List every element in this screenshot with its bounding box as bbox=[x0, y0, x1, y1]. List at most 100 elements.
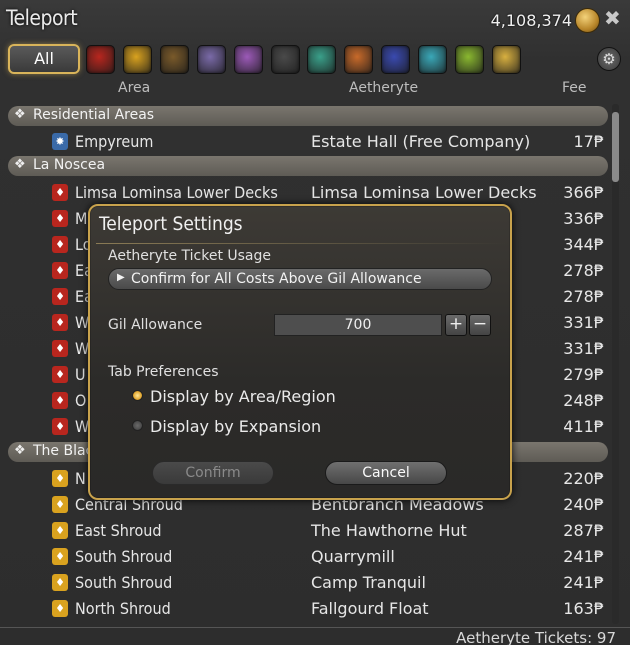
teleport-row[interactable]: ♦ South Shroud Camp Tranquil 241₱ bbox=[0, 570, 612, 596]
title-bar[interactable]: Teleport 4,108,374 ✖ bbox=[0, 0, 630, 42]
column-header-fee: Fee bbox=[562, 80, 587, 96]
area-name: Empyreum bbox=[75, 132, 154, 151]
tower-icon[interactable] bbox=[196, 45, 226, 74]
dragon-icon[interactable] bbox=[307, 45, 337, 74]
triangle-right-icon: ▶ bbox=[117, 272, 125, 283]
area-name: South Shroud bbox=[75, 547, 173, 566]
aetheryte-icon: ♦ bbox=[52, 262, 68, 279]
fee-value: 279₱ bbox=[563, 365, 604, 384]
teleport-row[interactable]: ✸ Empyreum Estate Hall (Free Company) 17₱ bbox=[0, 129, 612, 155]
cancel-button[interactable]: Cancel bbox=[325, 461, 447, 485]
close-icon[interactable]: ✖ bbox=[604, 6, 621, 30]
purple-wyrm-icon[interactable] bbox=[233, 45, 263, 74]
ticket-usage-label: Aetheryte Ticket Usage bbox=[108, 248, 272, 264]
radio-expansion-label: Display by Expansion bbox=[150, 417, 322, 436]
ticket-usage-value: Confirm for All Costs Above Gil Allowanc… bbox=[131, 271, 422, 287]
group-header[interactable]: ❖ Residential Areas bbox=[8, 106, 608, 126]
area-name: South Shroud bbox=[75, 573, 173, 592]
group-diamond-icon: ❖ bbox=[14, 157, 26, 172]
aetheryte-icon: ♦ bbox=[52, 184, 68, 201]
group-diamond-icon: ❖ bbox=[14, 107, 26, 122]
aetheryte-icon: ✸ bbox=[52, 133, 68, 150]
gear-icon[interactable]: ⚙ bbox=[597, 47, 621, 71]
green-leaf-icon[interactable] bbox=[455, 45, 484, 74]
aetheryte-icon: ♦ bbox=[52, 522, 68, 539]
aetheryte-name: Limsa Lominsa Lower Decks bbox=[311, 183, 537, 202]
group-name: The Blac bbox=[33, 443, 94, 459]
area-name: East Shroud bbox=[75, 521, 162, 540]
group-header[interactable]: ❖ La Noscea bbox=[8, 156, 608, 176]
teleport-row[interactable]: ♦ East Shroud The Hawthorne Hut 287₱ bbox=[0, 518, 612, 544]
gil-allowance-input[interactable] bbox=[274, 314, 442, 336]
list-scrollbar[interactable] bbox=[612, 104, 619, 624]
aetheryte-icon: ♦ bbox=[52, 548, 68, 565]
confirm-button[interactable]: Confirm bbox=[152, 461, 274, 485]
teleport-row[interactable]: ♦ Limsa Lominsa Lower Decks Limsa Lominsa … bbox=[0, 180, 612, 206]
blue-sigil-icon[interactable] bbox=[381, 45, 411, 74]
aetheryte-icon: ♦ bbox=[52, 574, 68, 591]
fee-value: 17₱ bbox=[573, 132, 604, 151]
scrollbar-thumb[interactable] bbox=[612, 112, 619, 182]
fee-value: 241₱ bbox=[563, 547, 604, 566]
aetheryte-name: Camp Tranquil bbox=[311, 573, 426, 592]
fee-value: 241₱ bbox=[563, 573, 604, 592]
group-diamond-icon: ❖ bbox=[14, 443, 26, 458]
fee-value: 240₱ bbox=[563, 495, 604, 514]
crystal-icon[interactable] bbox=[418, 45, 448, 74]
increment-button[interactable]: + bbox=[445, 314, 467, 336]
tab-all[interactable]: All bbox=[8, 44, 80, 74]
ticket-usage-dropdown[interactable]: ▶ Confirm for All Costs Above Gil Allowa… bbox=[108, 268, 492, 290]
aetheryte-icon: ♦ bbox=[52, 496, 68, 513]
orange-crest-icon[interactable] bbox=[344, 45, 374, 74]
teleport-settings-dialog: Teleport Settings Aetheryte Ticket Usage… bbox=[88, 204, 512, 500]
column-header-area: Area bbox=[118, 80, 151, 96]
fee-value: 411₱ bbox=[563, 417, 604, 436]
area-name: N bbox=[75, 469, 86, 488]
area-name: Limsa Lominsa Lower Decks bbox=[75, 183, 278, 202]
aetheryte-name: Quarrymill bbox=[311, 547, 395, 566]
radio-unselected-icon bbox=[132, 420, 143, 431]
aetheryte-icon: ♦ bbox=[52, 366, 68, 383]
fee-value: 163₱ bbox=[563, 599, 604, 618]
red-crest-icon[interactable] bbox=[86, 45, 115, 74]
aetheryte-icon: ♦ bbox=[52, 600, 68, 617]
aetheryte-icon: ♦ bbox=[52, 340, 68, 357]
title-divider bbox=[96, 243, 506, 244]
teleport-row[interactable]: ♦ South Shroud Quarrymill 241₱ bbox=[0, 544, 612, 570]
fee-value: 287₱ bbox=[563, 521, 604, 540]
area-name: U bbox=[75, 365, 86, 384]
aetheryte-icon: ♦ bbox=[52, 314, 68, 331]
area-name: M bbox=[75, 209, 88, 228]
group-name: La Noscea bbox=[33, 157, 106, 173]
fee-value: 220₱ bbox=[563, 469, 604, 488]
aetheryte-name: The Hawthorne Hut bbox=[311, 521, 467, 540]
fee-value: 331₱ bbox=[563, 313, 604, 332]
aetheryte-name: Fallgourd Float bbox=[311, 599, 429, 618]
fee-value: 248₱ bbox=[563, 391, 604, 410]
aetheryte-icon: ♦ bbox=[52, 288, 68, 305]
teleport-row[interactable]: ♦ North Shroud Fallgourd Float 163₱ bbox=[0, 596, 612, 622]
aetheryte-icon: ♦ bbox=[52, 210, 68, 227]
gil-amount: 4,108,374 bbox=[490, 11, 572, 30]
aetheryte-name: Estate Hall (Free Company) bbox=[311, 132, 531, 151]
scales-icon[interactable] bbox=[159, 45, 189, 74]
aetheryte-icon: ♦ bbox=[52, 470, 68, 487]
star-icon[interactable] bbox=[491, 45, 521, 74]
swirl-icon[interactable] bbox=[270, 45, 300, 74]
fee-value: 278₱ bbox=[563, 287, 604, 306]
column-header-aetheryte: Aetheryte bbox=[349, 80, 419, 96]
area-name: North Shroud bbox=[75, 599, 171, 618]
fee-value: 336₱ bbox=[563, 209, 604, 228]
group-name: Residential Areas bbox=[33, 107, 155, 123]
aetheryte-icon: ♦ bbox=[52, 236, 68, 253]
area-name: O bbox=[75, 391, 87, 410]
gil-coin-icon bbox=[575, 8, 600, 33]
window-title: Teleport bbox=[6, 6, 78, 30]
decrement-button[interactable]: − bbox=[469, 314, 491, 336]
yellow-crest-icon[interactable] bbox=[122, 45, 152, 74]
aetheryte-icon: ♦ bbox=[52, 418, 68, 435]
fee-value: 344₱ bbox=[563, 235, 604, 254]
radio-area-label: Display by Area/Region bbox=[150, 387, 336, 406]
aetheryte-tickets-count: Aetheryte Tickets: 97 bbox=[456, 629, 616, 645]
tab-preferences-label: Tab Preferences bbox=[108, 364, 219, 380]
